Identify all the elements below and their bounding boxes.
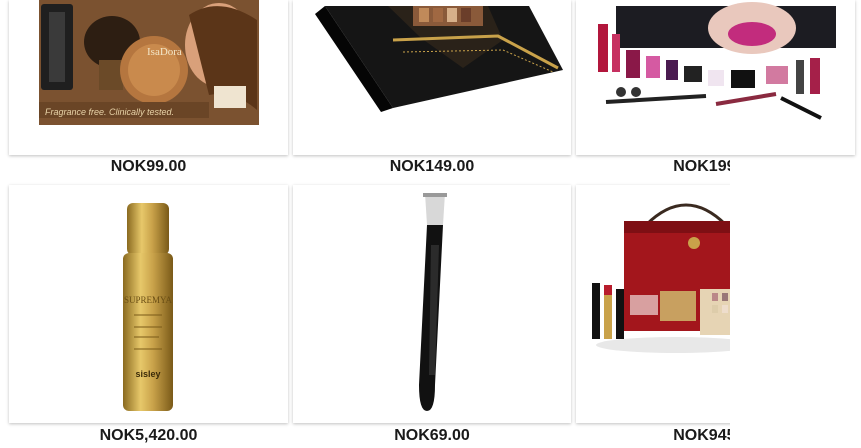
- product-image-makeup-set: [598, 2, 836, 120]
- isadora-tagline-text: Fragrance free. Clinically tested.: [45, 107, 174, 117]
- product-card-razor[interactable]: [293, 185, 571, 423]
- product-price-1: NOK99.00: [110, 158, 187, 175]
- product-price-2: NOK149.00: [389, 158, 475, 175]
- product-image-face-razor: [419, 193, 447, 411]
- product-card-palette-box[interactable]: [293, 0, 571, 155]
- product-card-makeup-set[interactable]: [576, 0, 855, 155]
- isadora-brand-text: IsaDora: [147, 46, 182, 58]
- product-price-5: NOK69.00: [394, 427, 470, 444]
- product-card-isadora[interactable]: IsaDora Fragrance free. Clinically teste…: [9, 0, 288, 155]
- product-image-sisley-bottle: SUPREMYA sisley: [123, 203, 173, 411]
- product-image-palette-box: [315, 6, 563, 112]
- product-image-isadora-kit: IsaDora Fragrance free. Clinically teste…: [39, 0, 259, 125]
- product-price-4: NOK5,420.00: [99, 427, 198, 444]
- product-card-sisley[interactable]: SUPREMYA sisley: [9, 185, 288, 423]
- right-edge-clip: [730, 160, 861, 448]
- sisley-product-text: SUPREMYA: [124, 295, 173, 305]
- sisley-brand-text: sisley: [135, 369, 160, 379]
